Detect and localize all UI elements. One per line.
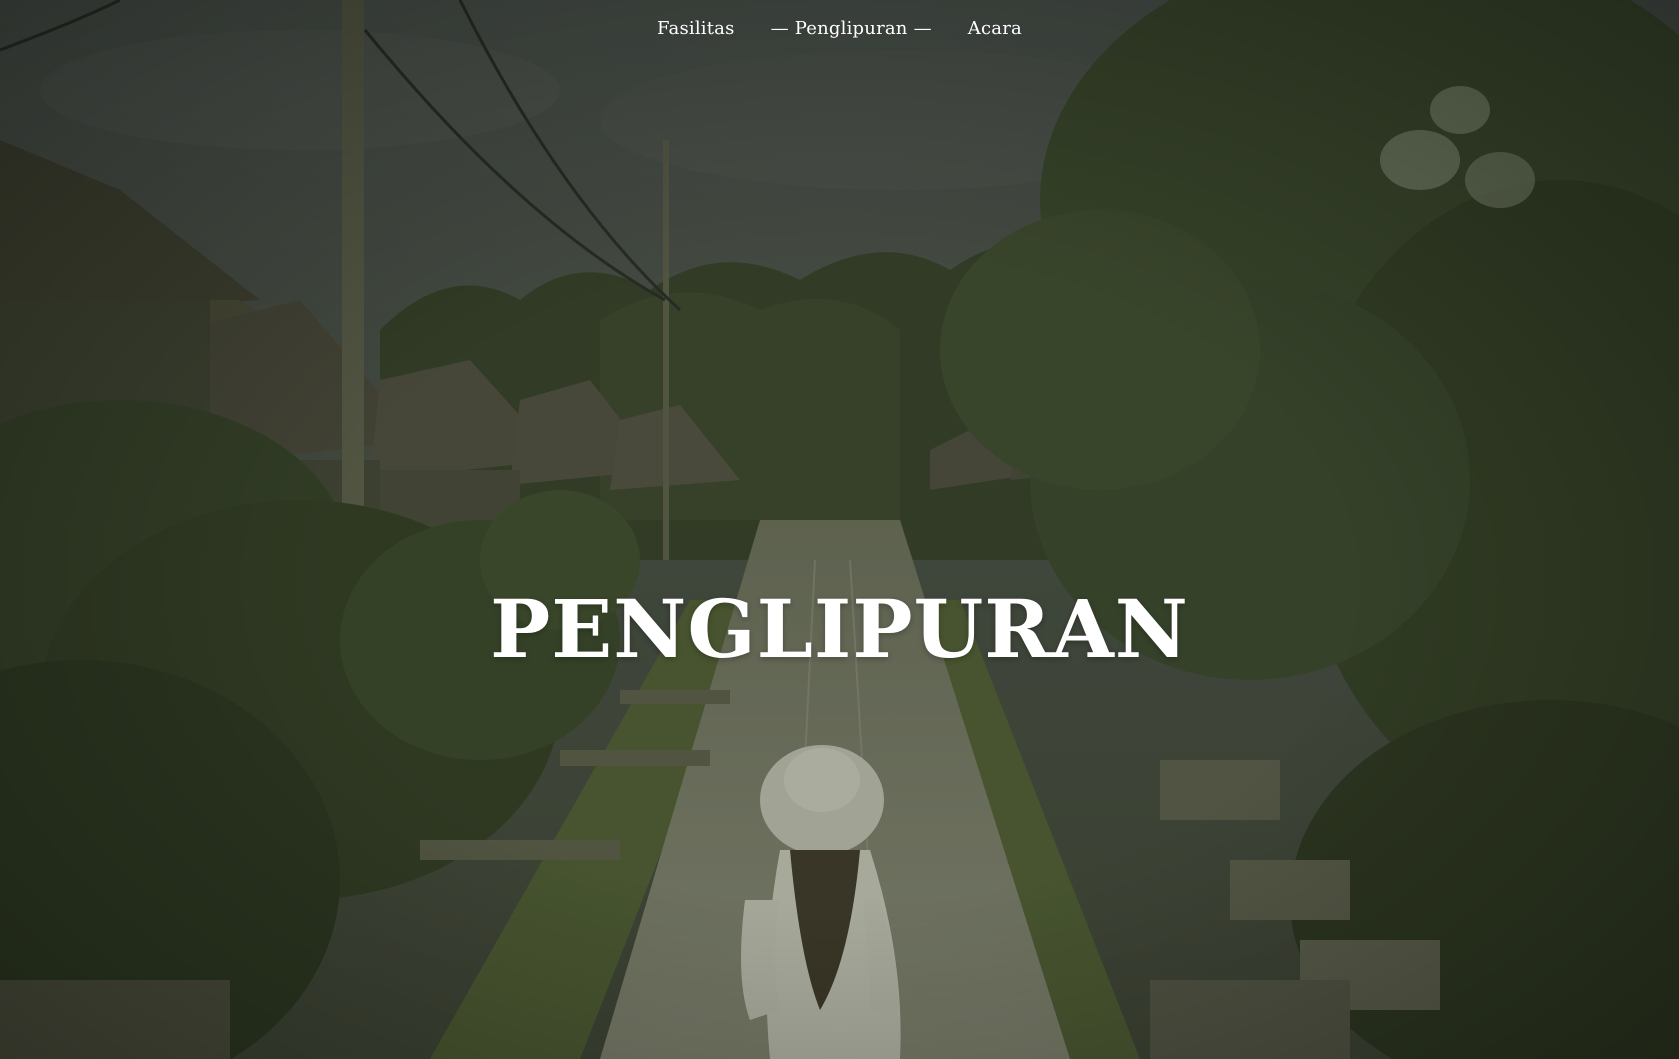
- top-navigation: Fasilitas — Penglipuran — Acara: [0, 18, 1679, 39]
- nav-active-prefix: —: [770, 18, 789, 39]
- nav-item-penglipuran-label: Penglipuran: [794, 18, 908, 39]
- hero-title: PENGLIPURAN: [490, 581, 1189, 676]
- nav-item-acara[interactable]: Acara: [968, 18, 1022, 39]
- hero-background-image: [0, 0, 1679, 1059]
- hero-section: Fasilitas — Penglipuran — Acara PENGLIPURA…: [0, 0, 1679, 1059]
- nav-active-suffix: —: [913, 18, 932, 39]
- nav-item-penglipuran[interactable]: — Penglipuran —: [765, 18, 938, 39]
- nav-item-fasilitas[interactable]: Fasilitas: [657, 18, 735, 39]
